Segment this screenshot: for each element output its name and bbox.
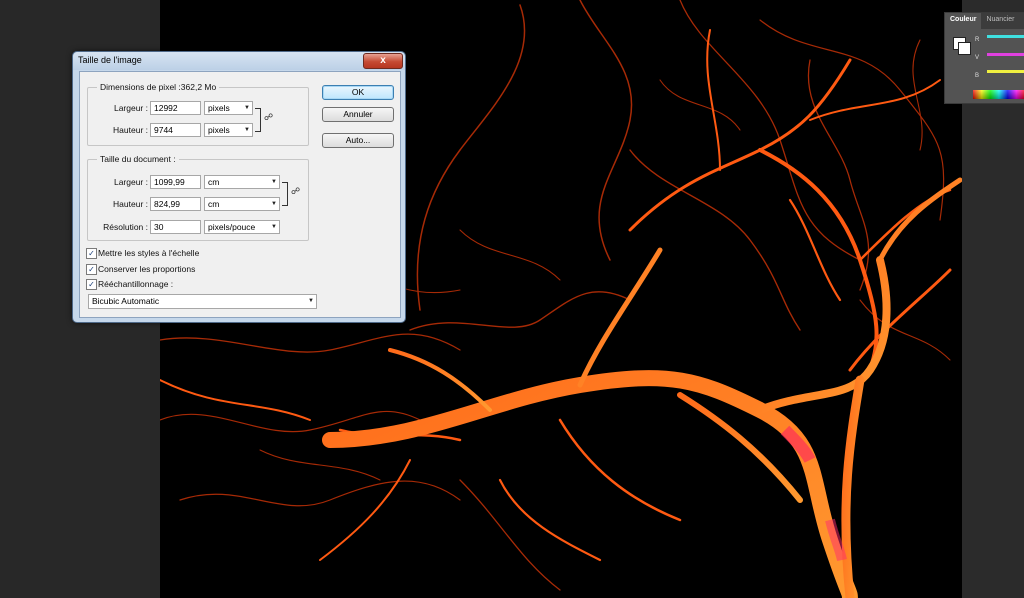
doc-height-unit-value: cm — [208, 199, 220, 209]
scale-styles-label: Mettre les styles à l'échelle — [98, 248, 200, 258]
cancel-button[interactable]: Annuler — [322, 107, 394, 122]
channel-v-label: V — [975, 55, 980, 61]
doc-width-unit-value: cm — [208, 177, 220, 187]
channel-v-slider[interactable] — [987, 53, 1024, 56]
check-icon: ✓ — [88, 249, 95, 258]
document-size-group: Taille du document : Largeur : 1099,99 c… — [87, 154, 309, 241]
resolution-label: Résolution : — [103, 222, 148, 232]
resample-checkbox[interactable]: ✓ — [86, 279, 97, 290]
constrain-proportions-label: Conserver les proportions — [98, 264, 196, 274]
channel-b-slider[interactable] — [987, 70, 1024, 73]
document-size-title: Taille du document : — [97, 154, 179, 164]
doc-height-label: Hauteur : — [113, 199, 148, 209]
doc-width-input[interactable]: 1099,99 — [150, 175, 201, 189]
pixel-width-unit-select[interactable]: pixels ▼ — [204, 101, 253, 115]
dialog-titlebar[interactable]: Taille de l'image x — [73, 52, 405, 70]
pixel-height-label: Hauteur : — [113, 125, 148, 135]
channel-r-slider[interactable] — [987, 35, 1024, 38]
scale-styles-checkbox[interactable]: ✓ — [86, 248, 97, 259]
color-panel[interactable]: Couleur Nuancier R V B — [944, 12, 1024, 104]
pixel-width-label: Largeur : — [113, 103, 148, 113]
close-icon[interactable]: x — [363, 53, 403, 69]
check-icon: ✓ — [88, 280, 95, 289]
background-color-swatch[interactable] — [958, 42, 971, 55]
pixel-dimensions-title: Dimensions de pixel :362,2 Mo — [97, 82, 220, 92]
color-spectrum-bar[interactable] — [973, 90, 1024, 99]
color-panel-tabs: Couleur Nuancier — [945, 13, 1024, 29]
resample-method-select[interactable]: Bicubic Automatic ▼ — [88, 294, 317, 309]
dialog-title: Taille de l'image — [78, 55, 142, 65]
check-icon: ✓ — [88, 265, 95, 274]
pixel-dimensions-group: Dimensions de pixel :362,2 Mo Largeur : … — [87, 82, 309, 146]
channel-b-label: B — [975, 73, 980, 79]
auto-button[interactable]: Auto... — [322, 133, 394, 148]
pixel-height-input[interactable]: 9744 — [150, 123, 201, 137]
resolution-unit-value: pixels/pouce — [208, 222, 256, 232]
dialog-body: Dimensions de pixel :362,2 Mo Largeur : … — [79, 71, 401, 318]
chain-link-icon: ☍ — [264, 112, 274, 122]
chain-link-icon: ☍ — [291, 186, 301, 196]
doc-height-unit-select[interactable]: cm ▼ — [204, 197, 280, 211]
pixel-height-unit-select[interactable]: pixels ▼ — [204, 123, 253, 137]
chevron-down-icon: ▼ — [271, 224, 277, 230]
chevron-down-icon: ▼ — [244, 127, 250, 133]
resample-label: Rééchantillonnage : — [98, 279, 174, 289]
resolution-unit-select[interactable]: pixels/pouce ▼ — [204, 220, 280, 234]
pixel-width-input[interactable]: 12992 — [150, 101, 201, 115]
link-bracket — [282, 182, 288, 206]
tab-couleur[interactable]: Couleur — [945, 13, 982, 29]
resolution-input[interactable]: 30 — [150, 220, 201, 234]
doc-width-unit-select[interactable]: cm ▼ — [204, 175, 280, 189]
tab-nuancier[interactable]: Nuancier — [981, 13, 1019, 29]
constrain-proportions-checkbox[interactable]: ✓ — [86, 264, 97, 275]
doc-height-input[interactable]: 824,99 — [150, 197, 201, 211]
chevron-down-icon: ▼ — [308, 298, 314, 304]
channel-r-label: R — [975, 37, 980, 43]
chevron-down-icon: ▼ — [271, 179, 277, 185]
image-size-dialog: Taille de l'image x Dimensions de pixel … — [72, 51, 406, 323]
resample-method-value: Bicubic Automatic — [92, 296, 160, 306]
pixel-width-unit-value: pixels — [208, 103, 230, 113]
doc-width-label: Largeur : — [113, 177, 148, 187]
chevron-down-icon: ▼ — [271, 201, 277, 207]
pixel-height-unit-value: pixels — [208, 125, 230, 135]
ok-button[interactable]: OK — [322, 85, 394, 100]
chevron-down-icon: ▼ — [244, 105, 250, 111]
link-bracket — [255, 108, 261, 132]
